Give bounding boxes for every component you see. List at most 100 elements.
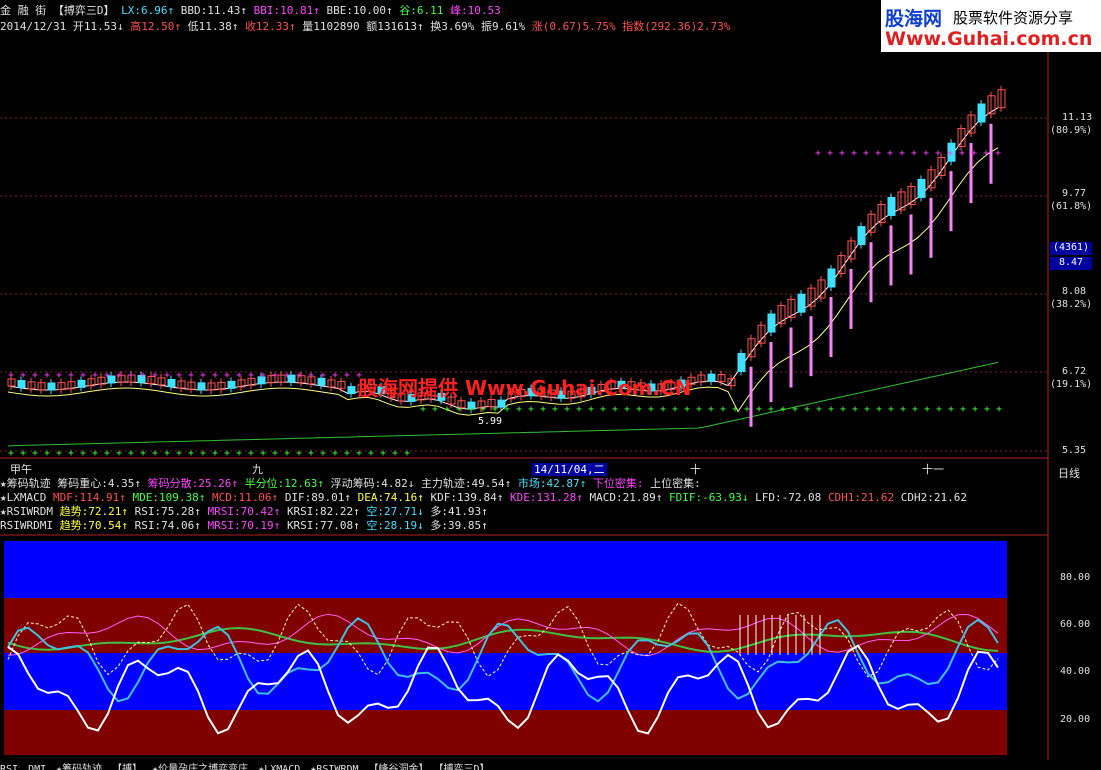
plus-bottom-296: + <box>296 448 302 459</box>
plus-top-104: + <box>104 370 110 381</box>
rsiwrdm-value-4: KRSI:82.22↑ <box>286 505 367 518</box>
plus-bottom-344: + <box>344 448 350 459</box>
low-marker: 5.99 <box>478 416 503 427</box>
date-label-3: 十一 <box>922 463 944 476</box>
plus-mid-924: + <box>924 404 930 415</box>
plus-top-8: + <box>8 370 14 381</box>
plus-bottom-164: + <box>164 448 170 459</box>
plus-bottom-128: + <box>128 448 134 459</box>
tab-3[interactable]: 【搏】 <box>112 764 142 770</box>
tab-8[interactable]: 【搏弈三D】 <box>439 764 490 770</box>
price-axis-pct-3: (19.1%) <box>1050 379 1093 390</box>
price-axis-value-0: 11.13 <box>1062 112 1093 123</box>
lxmacd-value-4: DIF:89.01↑ <box>284 491 358 504</box>
indicator-rsiwrdm: ★RSIWRDM 趋势:72.21↑ RSI:75.28↑ MRSI:70.42… <box>0 505 488 518</box>
price-axis-pct-2: (38.2%) <box>1050 299 1093 310</box>
plus-top-320: + <box>320 370 326 381</box>
plus-mid-504: + <box>504 404 510 415</box>
plus-mid-672: + <box>672 404 678 415</box>
tab-4[interactable]: ★价量孕庄之博弈变庄 <box>152 764 248 770</box>
plus-top-224: + <box>224 370 230 381</box>
cursor-date: 14/11/04,二 <box>532 463 607 476</box>
plus-mid-624: + <box>624 404 630 415</box>
candle-body-91 <box>917 178 926 198</box>
lxmacd-value-7: KDE:131.28↑ <box>510 491 590 504</box>
chip-value-7: 下位密集: <box>592 477 651 490</box>
tab-1[interactable]: DMI <box>28 764 46 770</box>
plus-high-947: + <box>947 148 953 159</box>
plus-bottom-104: + <box>104 448 110 459</box>
plus-top-332: + <box>332 370 338 381</box>
plus-bottom-248: + <box>248 448 254 459</box>
chip-value-8: 上位密集: <box>650 477 701 490</box>
plus-top-20: + <box>20 370 26 381</box>
plus-bottom-260: + <box>260 448 266 459</box>
plus-mid-936: + <box>936 404 942 415</box>
plus-bottom-20: + <box>20 448 26 459</box>
plus-mid-600: + <box>600 404 606 415</box>
lxmacd-value-11: CDH1:21.62 <box>827 491 901 504</box>
tab-5[interactable]: ★LXMACD <box>258 764 300 770</box>
plus-mid-768: + <box>768 404 774 415</box>
tab-2[interactable]: ★筹码轨迹 <box>56 764 102 770</box>
plus-high-815: + <box>815 148 821 159</box>
plus-mid-492: + <box>492 404 498 415</box>
candle-body-73 <box>737 352 746 372</box>
plus-markers: + + + + + + + + + + + + + + + + + + + + + + + + + + + + + + + + + + + + + + + +… <box>8 148 1002 459</box>
volume-badge: (4361) <box>1050 242 1092 255</box>
plus-top-80: + <box>80 370 86 381</box>
plus-top-344: + <box>344 370 350 381</box>
plus-mid-780: + <box>780 404 786 415</box>
plus-mid-840: + <box>840 404 846 415</box>
plus-mid-720: + <box>720 404 726 415</box>
lxmacd-value-2: MDE:109.38↑ <box>132 491 212 504</box>
plus-bottom-176: + <box>176 448 182 459</box>
plus-bottom-200: + <box>200 448 206 459</box>
plus-mid-660: + <box>660 404 666 415</box>
plus-mid-948: + <box>948 404 954 415</box>
plus-top-176: + <box>176 370 182 381</box>
plus-bottom-284: + <box>284 448 290 459</box>
candle-body-19 <box>197 382 206 391</box>
tab-7[interactable]: 【峰谷洞金】 <box>369 764 429 770</box>
plus-mid-468: + <box>468 404 474 415</box>
chip-value-5: 主力轨迹:49.54↑ <box>420 477 518 490</box>
plus-mid-876: + <box>876 404 882 415</box>
lxmacd-value-10: LFD:-72.08 <box>755 491 828 504</box>
date-label-1: 九 <box>252 463 263 476</box>
plus-mid-792: + <box>792 404 798 415</box>
plus-top-56: + <box>56 370 62 381</box>
tab-0[interactable]: RSI <box>0 764 18 770</box>
indicator-tabs[interactable]: RSI DMI ★筹码轨迹 【搏】 ★价量孕庄之博弈变庄 ★LXMACD ★RSIWRDM 【… <box>0 760 1101 770</box>
chip-value-2: 筹码分散:25.26↑ <box>147 477 245 490</box>
plus-bottom-56: + <box>56 448 62 459</box>
rsiwrdm-value-3: MRSI:70.42↑ <box>207 505 287 518</box>
rsiwrdmi-value-6: 多:39.85↑ <box>430 519 488 532</box>
price-axis-pct-1: (61.8%) <box>1050 201 1093 212</box>
plus-mid-864: + <box>864 404 870 415</box>
plus-top-188: + <box>188 370 194 381</box>
plus-bottom-44: + <box>44 448 50 459</box>
plus-mid-552: + <box>552 404 558 415</box>
plus-bottom-404: + <box>404 448 410 459</box>
lower-axis-value-3: 20.00 <box>1060 714 1091 725</box>
rsiwrdmi-value-1: 趋势:70.54↑ <box>59 519 135 532</box>
chip-value-4: 浮动筹码:4.82↓ <box>330 477 421 490</box>
candle-body-85 <box>857 226 866 246</box>
plus-mid-972: + <box>972 404 978 415</box>
plus-mid-564: + <box>564 404 570 415</box>
plus-mid-828: + <box>828 404 834 415</box>
plus-bottom-92: + <box>92 448 98 459</box>
price-axis-pct-0: (80.9%) <box>1050 125 1093 136</box>
plus-mid-480: + <box>480 404 486 415</box>
plus-mid-744: + <box>744 404 750 415</box>
period-label[interactable]: 日线 <box>1058 465 1080 481</box>
plus-bottom-392: + <box>392 448 398 459</box>
plus-high-959: + <box>959 148 965 159</box>
date-label-0: 甲午 <box>10 463 32 476</box>
plus-high-827: + <box>827 148 833 159</box>
candle-body-82 <box>827 268 836 288</box>
date-bar: 甲午 九 14/11/04,二 十 十一 <box>0 463 1050 476</box>
tab-6[interactable]: ★RSIWRDM <box>310 764 358 770</box>
plus-top-296: + <box>296 370 302 381</box>
